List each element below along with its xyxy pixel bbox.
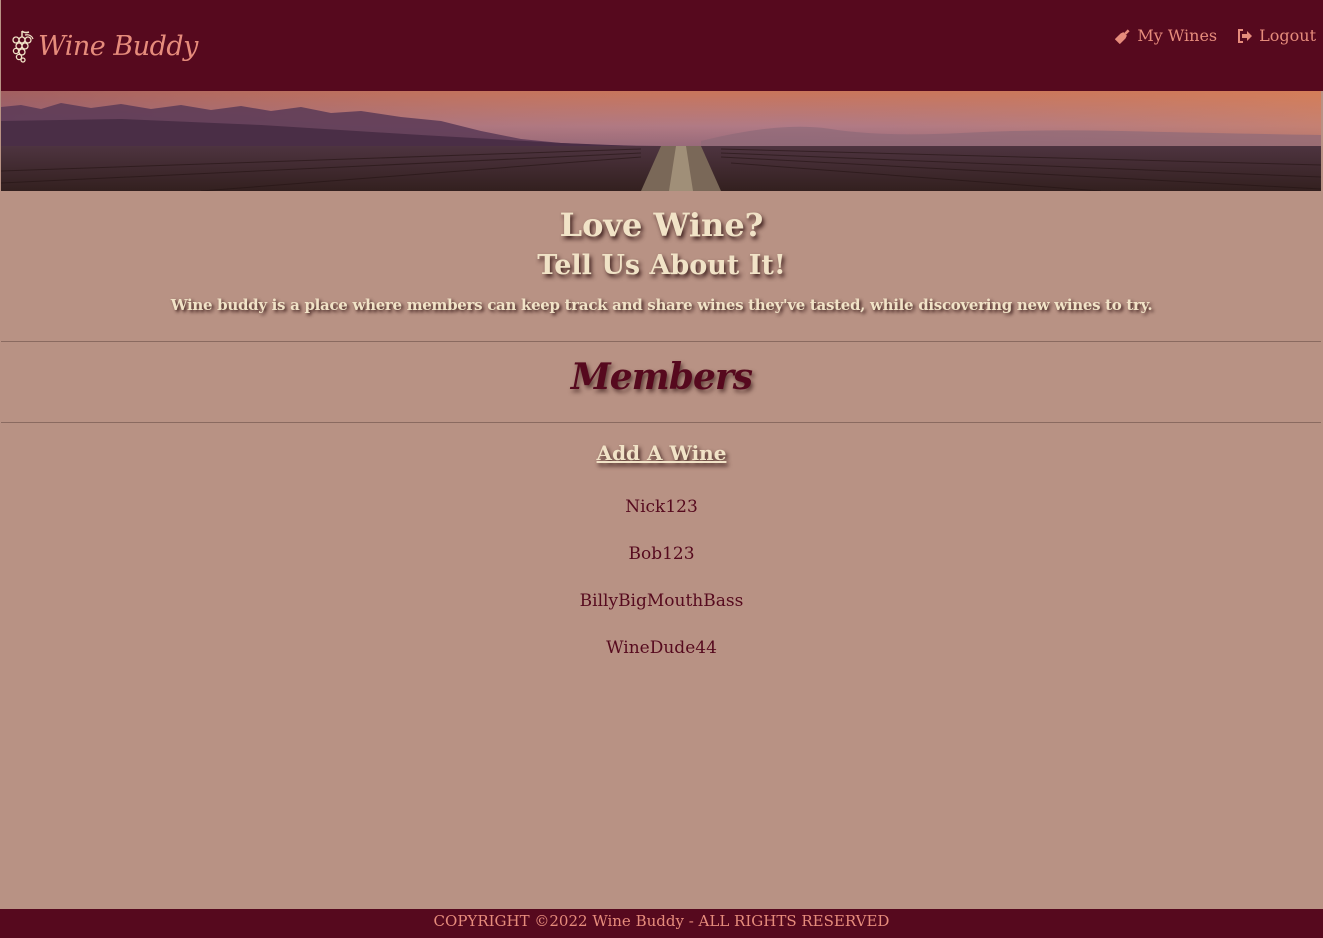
hero-title: Love Wine? — [559, 206, 764, 244]
footer: COPYRIGHT ©2022 Wine Buddy - ALL RIGHTS … — [0, 909, 1323, 938]
hero-description: Wine buddy is a place where members can … — [170, 296, 1153, 314]
navbar: Wine Buddy My Wines Logout — [0, 0, 1323, 91]
brand-name: Wine Buddy — [38, 30, 198, 62]
nav-links: My Wines Logout — [1115, 26, 1316, 45]
sign-out-icon — [1238, 28, 1253, 43]
nav-logout[interactable]: Logout — [1237, 26, 1316, 45]
member-link[interactable]: WineDude44 — [606, 638, 717, 658]
nav-logout-label: Logout — [1259, 26, 1316, 45]
nav-my-wines-label: My Wines — [1137, 26, 1218, 45]
nav-my-wines[interactable]: My Wines — [1115, 26, 1217, 45]
hero-section: Love Wine? Tell Us About It! Wine buddy … — [0, 191, 1323, 317]
list-item: WineDude44 — [0, 635, 1323, 682]
member-list: Nick123 Bob123 BillyBigMouthBass WineDud… — [0, 494, 1323, 682]
wine-bottle-icon — [1115, 28, 1130, 44]
list-item: Nick123 — [0, 494, 1323, 541]
hero-subtitle: Tell Us About It! — [537, 250, 786, 281]
members-title: Members — [570, 356, 753, 398]
vineyard-banner-image — [1, 91, 1321, 191]
add-wine-container: Add A Wine — [0, 441, 1323, 465]
vineyard-banner — [1, 91, 1321, 191]
member-link[interactable]: Nick123 — [625, 497, 698, 517]
add-wine-link[interactable]: Add A Wine — [597, 441, 727, 465]
list-item: Bob123 — [0, 541, 1323, 588]
divider-top — [1, 341, 1321, 342]
grapes-icon — [12, 30, 34, 63]
footer-copyright: COPYRIGHT ©2022 Wine Buddy - ALL RIGHTS … — [433, 912, 890, 930]
member-link[interactable]: Bob123 — [628, 544, 694, 564]
divider-bottom — [1, 422, 1321, 423]
member-link[interactable]: BillyBigMouthBass — [580, 591, 744, 611]
brand-link[interactable]: Wine Buddy — [9, 26, 198, 66]
list-item: BillyBigMouthBass — [0, 588, 1323, 635]
